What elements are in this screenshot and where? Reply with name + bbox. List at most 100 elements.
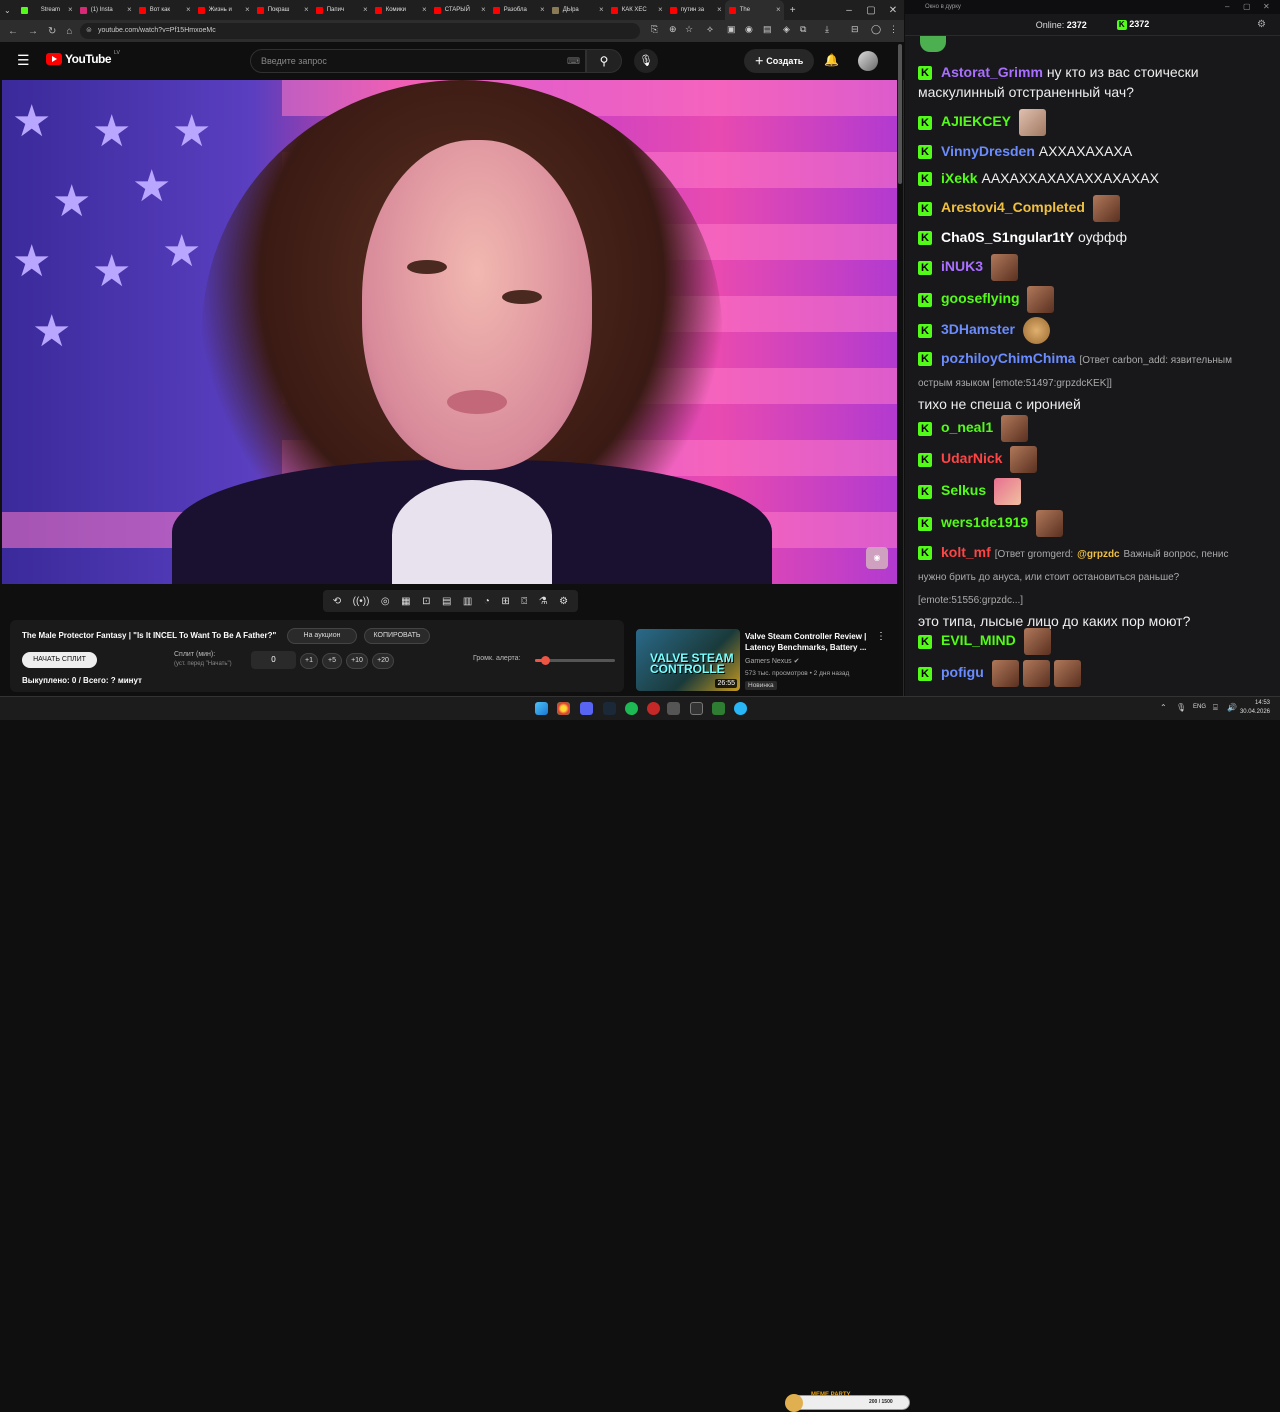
recommended-title[interactable]: Valve Steam Controller Review | Latency … xyxy=(745,631,875,653)
chat-username[interactable]: Arestovi4_Completed xyxy=(941,199,1085,215)
chat-username[interactable]: iNUK3 xyxy=(941,258,983,274)
crop-icon[interactable]: ⊡ xyxy=(422,596,430,607)
subtitles-icon[interactable]: ▤ xyxy=(442,596,451,607)
browser-tab[interactable]: Stream × xyxy=(17,0,76,20)
extension-icon[interactable]: ▤ xyxy=(763,24,772,35)
mention[interactable]: @grpzdc xyxy=(1077,549,1120,560)
close-window-button[interactable]: ✕ xyxy=(882,5,904,16)
url-field[interactable]: ⊜ youtube.com/watch?v=Pf15HmxoeMc xyxy=(80,23,640,39)
browser-tab[interactable]: The × xyxy=(724,0,784,20)
search-button[interactable]: ⚲ xyxy=(586,49,622,73)
calendar-icon[interactable]: ▦ xyxy=(401,596,410,607)
browser-tab[interactable]: Жизнь и × xyxy=(194,0,253,20)
reload-icon[interactable]: ↻ xyxy=(48,26,56,37)
create-button[interactable]: ＋ Создать xyxy=(744,49,814,73)
auction-button[interactable]: На аукцион xyxy=(287,628,357,644)
slider-knob[interactable] xyxy=(540,656,550,665)
increment-button[interactable]: +5 xyxy=(322,653,342,669)
loop-icon[interactable]: ⟲ xyxy=(333,596,341,607)
search-input[interactable]: Введите запрос ⌨ xyxy=(250,49,586,73)
home-icon[interactable]: ⌂ xyxy=(66,26,72,37)
film-icon[interactable]: ▥ xyxy=(463,596,472,607)
browser-tab[interactable]: ДЫра × xyxy=(548,0,607,20)
extensions-puzzle-icon[interactable]: ⧉ xyxy=(800,24,806,35)
browser-tab[interactable]: Комики × xyxy=(371,0,430,20)
extension-icon[interactable]: ◈ xyxy=(783,24,790,35)
browser-tab[interactable]: СТАРЫЙ × xyxy=(430,0,489,20)
close-tab-icon[interactable]: × xyxy=(776,5,781,14)
broadcast-icon[interactable]: ((•)) xyxy=(353,596,370,607)
zoom-icon[interactable]: ⊕ xyxy=(669,24,677,35)
browser-tab[interactable]: (1) Insta × xyxy=(76,0,135,20)
chat-username[interactable]: o_neal1 xyxy=(941,419,993,435)
chat-username[interactable]: iXekk xyxy=(941,170,978,186)
mic-tray-icon[interactable]: 🎙 xyxy=(1176,703,1186,712)
app-icon[interactable] xyxy=(712,702,725,715)
app-icon[interactable] xyxy=(667,702,680,715)
flask-icon[interactable]: ⚗ xyxy=(539,596,548,607)
spotify-icon[interactable] xyxy=(625,702,638,715)
discord-icon[interactable] xyxy=(580,702,593,715)
close-tab-icon[interactable]: × xyxy=(363,5,368,14)
tab-list-button[interactable]: ⌄ xyxy=(4,6,11,15)
windows-start-icon[interactable] xyxy=(535,702,548,715)
chat-username[interactable]: UdarNick xyxy=(941,450,1002,466)
speed-icon[interactable]: ◔ xyxy=(484,596,490,607)
new-tab-button[interactable]: + xyxy=(790,5,796,16)
chat-username[interactable]: AJIEKCEY xyxy=(941,113,1011,129)
chrome-icon[interactable] xyxy=(557,702,570,715)
close-tab-icon[interactable]: × xyxy=(717,5,722,14)
bookmark-star-icon[interactable]: ☆ xyxy=(685,24,693,35)
chat-username[interactable]: Cha0S_S1ngular1tY xyxy=(941,229,1074,245)
youtube-logo[interactable]: YouTube LV xyxy=(46,50,120,66)
close-tab-icon[interactable]: × xyxy=(245,5,250,14)
channel-name[interactable]: Gamers Nexus ✔ xyxy=(745,657,800,665)
video-player[interactable]: ★ ★ ★ ★ ★ ★ ★ ★ ★ ◉ xyxy=(2,80,897,584)
close-window-button[interactable]: ✕ xyxy=(1263,2,1270,11)
browser-tab[interactable]: КАК ХЕС × xyxy=(607,0,666,20)
recommended-video[interactable]: VALVE STEAM CONTROLLE 26:55 Valve Steam C… xyxy=(636,629,896,691)
increment-button[interactable]: +20 xyxy=(372,653,394,669)
maximize-button[interactable]: ▢ xyxy=(860,5,882,16)
site-info-icon[interactable]: ⊜ xyxy=(86,23,92,39)
chat-username[interactable]: kolt_mf xyxy=(941,544,991,560)
start-split-button[interactable]: НАЧАТЬ СПЛИТ xyxy=(22,652,97,668)
menu-kebab-icon[interactable]: ⋮ xyxy=(889,24,898,35)
close-tab-icon[interactable]: × xyxy=(304,5,309,14)
browser-tab[interactable]: путин за × xyxy=(666,0,725,20)
close-tab-icon[interactable]: × xyxy=(422,5,427,14)
close-tab-icon[interactable]: × xyxy=(599,5,604,14)
forward-icon[interactable]: → xyxy=(28,26,38,37)
minimize-button[interactable]: – xyxy=(1225,2,1229,11)
gear-icon[interactable]: ⚙ xyxy=(559,596,568,607)
avatar[interactable] xyxy=(858,51,878,71)
increment-button[interactable]: +1 xyxy=(300,653,318,669)
close-tab-icon[interactable]: × xyxy=(68,5,73,14)
minimize-button[interactable]: – xyxy=(838,5,860,16)
browser-tab[interactable]: Вот как × xyxy=(135,0,194,20)
steam-icon[interactable] xyxy=(603,702,616,715)
clock[interactable]: 14:53 30.04.2026 xyxy=(1240,699,1270,717)
eye-icon[interactable]: ◎ xyxy=(381,596,390,607)
chat-username[interactable]: gooseflying xyxy=(941,290,1020,306)
profile-icon[interactable]: ◯ xyxy=(871,24,881,35)
install-icon[interactable]: ⎘ xyxy=(651,24,658,35)
app-icon[interactable] xyxy=(690,702,703,715)
chat-username[interactable]: EVIL_MIND xyxy=(941,632,1016,648)
increment-button[interactable]: +10 xyxy=(346,653,368,669)
close-tab-icon[interactable]: × xyxy=(540,5,545,14)
keyboard-icon[interactable]: ⌨ xyxy=(567,50,580,72)
extension-icon[interactable]: ◉ xyxy=(745,24,753,35)
add-icon[interactable]: ⊞ xyxy=(501,596,509,607)
chat-username[interactable]: pofigu xyxy=(941,664,984,680)
page-scrollbar[interactable] xyxy=(898,44,902,184)
more-menu-icon[interactable]: ⋮ xyxy=(876,631,886,642)
browser-tab[interactable]: Папич × xyxy=(312,0,371,20)
language-indicator[interactable]: ENG xyxy=(1193,704,1206,710)
maximize-button[interactable]: ▢ xyxy=(1243,2,1251,11)
split-input[interactable]: 0 xyxy=(251,651,296,669)
hamburger-icon[interactable]: ☰ xyxy=(17,52,30,69)
sidebar-icon[interactable]: ⊟ xyxy=(851,24,859,35)
screenshot-icon[interactable]: ⌼ xyxy=(521,596,527,607)
bell-icon[interactable]: 🔔 xyxy=(824,53,839,67)
